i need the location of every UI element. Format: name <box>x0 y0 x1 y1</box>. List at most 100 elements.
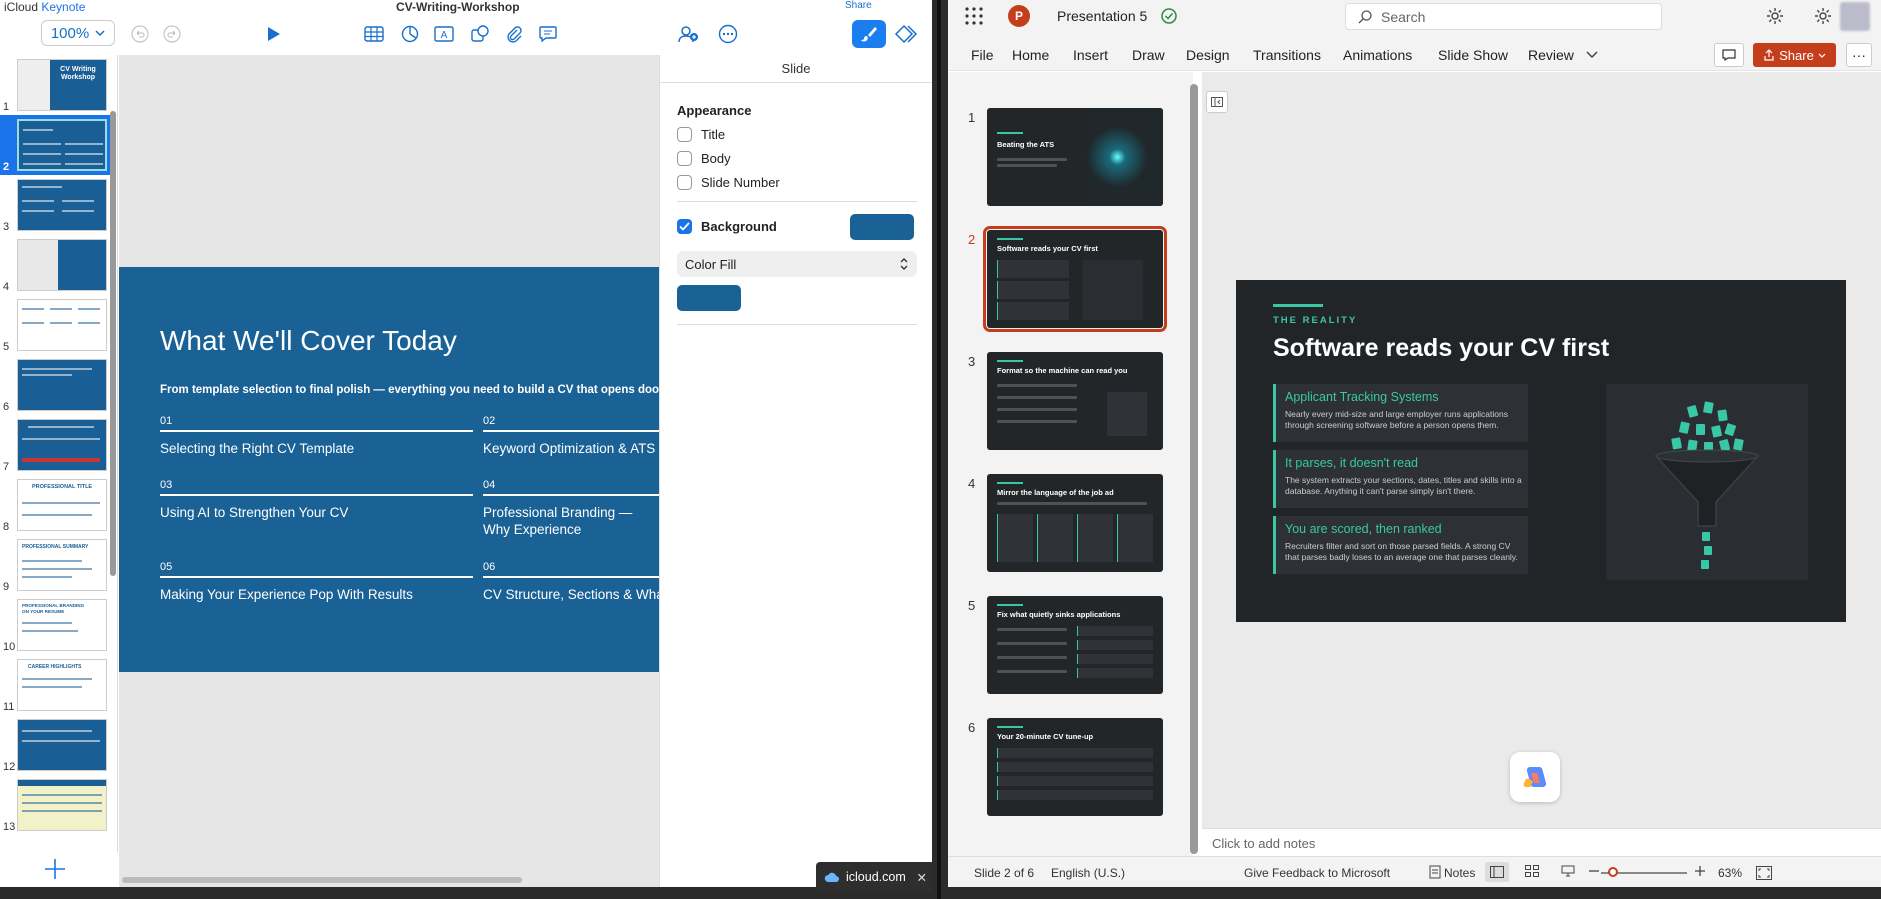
slide-thumb-10[interactable]: 10 PROFESSIONAL BRANDING ON YOUR RESUME <box>0 595 112 655</box>
reading-view-icon[interactable] <box>1561 865 1575 880</box>
table-icon[interactable] <box>362 22 386 46</box>
shape-icon[interactable] <box>468 22 492 46</box>
add-slide-button[interactable] <box>40 854 70 884</box>
slide-thumb-11[interactable]: 11 CAREER HIGHLIGHTS <box>0 655 112 715</box>
zoom-slider-thumb[interactable] <box>1608 867 1618 877</box>
agenda-item[interactable]: 04 Professional Branding — Why Experience <box>483 479 796 538</box>
tab-design[interactable]: Design <box>1186 47 1230 63</box>
fill-color-well[interactable] <box>677 285 741 311</box>
redo-icon[interactable] <box>160 22 184 46</box>
thumbnails-scrollbar[interactable] <box>1190 84 1198 854</box>
chevron-down-icon[interactable] <box>1586 47 1598 62</box>
ppt-slide-thumb-1[interactable]: Beating the ATS <box>987 108 1163 206</box>
copilot-button[interactable] <box>1510 752 1560 802</box>
background-checkbox[interactable] <box>677 219 692 234</box>
slide-thumb-2[interactable]: 2 <box>0 115 112 175</box>
ppt-slide-thumb-2[interactable]: Software reads your CV first <box>983 226 1167 332</box>
agenda-item[interactable]: 03 Using AI to Strengthen Your CV <box>160 479 480 521</box>
more-icon[interactable] <box>716 22 740 46</box>
tab-transitions[interactable]: Transitions <box>1253 47 1321 63</box>
background-checkbox-row[interactable]: Background <box>677 219 777 234</box>
navigator-scrollbar[interactable] <box>110 111 116 576</box>
ppt-slide-thumb-6[interactable]: Your 20-minute CV tune-up <box>987 718 1163 816</box>
tab-draw[interactable]: Draw <box>1132 47 1165 63</box>
feedback-link[interactable]: Give Feedback to Microsoft <box>1244 866 1390 880</box>
inspector-tab-slide[interactable]: Slide <box>660 55 932 83</box>
undo-icon[interactable] <box>128 22 152 46</box>
share-label-clipped[interactable]: Share <box>845 0 872 11</box>
comment-icon[interactable] <box>536 22 560 46</box>
search-box[interactable]: Search <box>1345 3 1662 30</box>
tab-insert[interactable]: Insert <box>1073 47 1108 63</box>
chart-icon[interactable] <box>398 22 422 46</box>
zoom-out-icon[interactable] <box>1588 865 1600 880</box>
slide-number-checkbox-row[interactable]: Slide Number <box>677 175 780 190</box>
background-color-well[interactable] <box>850 214 914 240</box>
settings-gear-icon[interactable] <box>1766 7 1784 25</box>
slide-number-checkbox[interactable] <box>677 175 692 190</box>
body-checkbox[interactable] <box>677 151 692 166</box>
collapse-pane-button[interactable] <box>1206 91 1228 113</box>
comments-button[interactable] <box>1714 43 1744 67</box>
slide-title[interactable]: What We'll Cover Today <box>160 325 457 357</box>
slide-subtitle[interactable]: From template selection to final polish … <box>160 384 673 396</box>
app-launcher-icon[interactable] <box>964 6 984 26</box>
slide-thumb-7[interactable]: 7 <box>0 415 112 475</box>
info-card[interactable]: You are scored, then ranked Recruiters fi… <box>1273 516 1528 574</box>
document-name[interactable]: Presentation 5 <box>1057 8 1147 24</box>
slide-sorter-icon[interactable] <box>1525 865 1539 880</box>
info-card[interactable]: Applicant Tracking Systems Nearly every m… <box>1273 384 1528 442</box>
agenda-item[interactable]: 01 Selecting the Right CV Template <box>160 415 480 457</box>
slide-thumb-5[interactable]: 5 <box>0 295 112 355</box>
media-icon[interactable] <box>502 22 526 46</box>
notes-pane[interactable]: Click to add notes <box>1202 828 1881 856</box>
body-checkbox-row[interactable]: Body <box>677 151 731 166</box>
normal-view-icon[interactable] <box>1485 862 1509 882</box>
play-icon[interactable] <box>262 22 286 46</box>
animate-button[interactable] <box>892 22 920 46</box>
canvas-scrollbar[interactable] <box>122 877 522 883</box>
divider-grip[interactable] <box>937 0 941 899</box>
slide-thumb-9[interactable]: 9 PROFESSIONAL SUMMARY <box>0 535 112 595</box>
settings-gear-icon[interactable] <box>1814 7 1832 25</box>
notes-icon[interactable] <box>1428 865 1442 882</box>
fit-to-window-icon[interactable] <box>1753 863 1775 883</box>
ppt-slide-thumb-5[interactable]: Fix what quietly sinks applications <box>987 596 1163 694</box>
zoom-in-icon[interactable] <box>1694 865 1706 880</box>
info-card[interactable]: It parses, it doesn't read The system ext… <box>1273 450 1528 508</box>
notes-button[interactable]: Notes <box>1444 866 1475 880</box>
funnel-illustration[interactable] <box>1606 384 1808 580</box>
title-checkbox-row[interactable]: Title <box>677 127 725 142</box>
current-slide[interactable]: THE REALITY Software reads your CV first… <box>1236 280 1846 622</box>
tab-animations[interactable]: Animations <box>1343 47 1412 63</box>
share-button[interactable]: Share <box>1753 43 1836 67</box>
zoom-percent[interactable]: 63% <box>1718 866 1742 880</box>
tab-review[interactable]: Review <box>1528 47 1574 63</box>
ppt-slide-thumb-4[interactable]: Mirror the language of the job ad <box>987 474 1163 572</box>
title-checkbox[interactable] <box>677 127 692 142</box>
current-slide[interactable]: What We'll Cover Today From template sel… <box>119 267 796 672</box>
tab-slide-show[interactable]: Slide Show <box>1438 47 1508 63</box>
slide-kicker[interactable]: THE REALITY <box>1273 315 1357 326</box>
collaborate-icon[interactable] <box>676 22 700 46</box>
slide-thumb-13[interactable]: 13 <box>0 775 112 835</box>
powerpoint-logo[interactable]: P <box>1008 5 1030 27</box>
more-options-button[interactable]: ··· <box>1846 43 1872 67</box>
slide-title[interactable]: Software reads your CV first <box>1273 334 1609 363</box>
language-indicator[interactable]: English (U.S.) <box>1051 866 1125 880</box>
slide-thumb-6[interactable]: 6 <box>0 355 112 415</box>
close-icon[interactable]: ✕ <box>917 870 927 885</box>
slide-thumb-8[interactable]: 8 PROFESSIONAL TITLE <box>0 475 112 535</box>
slide-thumb-4[interactable]: 4 <box>0 235 112 295</box>
text-box-icon[interactable]: A <box>432 22 456 46</box>
icloud-notification[interactable]: icloud.com ✕ <box>816 862 935 892</box>
ppt-slide-thumb-3[interactable]: Format so the machine can read you <box>987 352 1163 450</box>
format-button[interactable] <box>852 20 886 48</box>
zoom-menu[interactable]: 100% <box>41 20 115 46</box>
avatar[interactable] <box>1840 2 1870 31</box>
tab-file[interactable]: File <box>971 47 994 63</box>
slide-thumb-12[interactable]: 12 <box>0 715 112 775</box>
window-divider[interactable] <box>932 0 948 899</box>
slide-thumb-1[interactable]: 1 CV Writing Workshop <box>0 55 112 115</box>
slide-thumb-3[interactable]: 3 <box>0 175 112 235</box>
